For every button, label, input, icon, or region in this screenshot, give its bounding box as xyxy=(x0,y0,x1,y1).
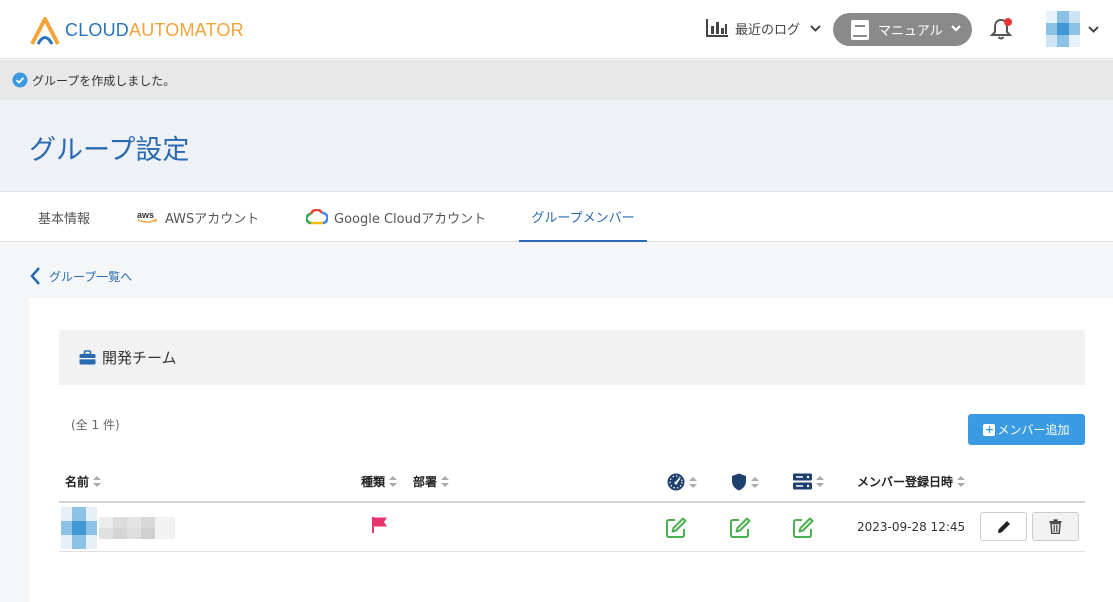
resource-permission-icon xyxy=(793,473,812,490)
sort-icon xyxy=(816,476,824,487)
flag-icon xyxy=(372,517,387,533)
column-header-name[interactable]: 名前 xyxy=(65,473,102,490)
chevron-down-icon xyxy=(1088,25,1099,33)
aws-icon: aws xyxy=(137,210,158,223)
registered-date: 2023-09-28 12:45 xyxy=(857,520,966,534)
column-header-registered[interactable]: メンバー登録日時 xyxy=(857,473,966,490)
add-member-label: メンバー追加 xyxy=(997,423,1070,437)
chevron-down-icon xyxy=(951,25,961,32)
edit-resource-permission-icon[interactable] xyxy=(793,517,814,538)
flash-text: グループを作成しました。 xyxy=(32,73,176,88)
tab-group-members[interactable]: グループメンバー xyxy=(519,192,647,242)
recent-log-label: 最近のログ xyxy=(735,22,801,38)
tab-aws-account[interactable]: aws AWSアカウント xyxy=(137,192,259,242)
column-header-security[interactable] xyxy=(731,473,759,491)
cloudautomator-logo[interactable]: CLOUDAUTOMATOR xyxy=(28,13,244,47)
tab-bar: 基本情報 aws AWSアカウント Google Cloudアカウント グループ… xyxy=(0,192,1113,242)
plus-icon: + xyxy=(983,422,996,436)
dashboard-permission-icon xyxy=(667,473,685,491)
briefcase-icon xyxy=(79,350,96,365)
sort-icon xyxy=(751,476,759,488)
tab-label: Google Cloudアカウント xyxy=(334,211,487,227)
edit-member-button[interactable] xyxy=(980,512,1027,541)
column-header-resource[interactable] xyxy=(793,473,824,490)
edit-security-permission-icon[interactable] xyxy=(730,517,751,538)
column-header-type[interactable]: 種類 xyxy=(361,473,398,490)
bar-chart-icon xyxy=(706,19,728,37)
check-circle-icon xyxy=(12,72,28,88)
tab-label: AWSアカウント xyxy=(165,211,260,227)
tab-basic-info[interactable]: 基本情報 xyxy=(38,192,90,242)
tab-label: 基本情報 xyxy=(38,211,91,227)
column-header-dashboard[interactable] xyxy=(667,473,697,491)
trash-icon xyxy=(1049,519,1062,534)
google-cloud-icon xyxy=(306,209,328,225)
page-title-band: グループ設定 xyxy=(0,100,1113,192)
sort-icon xyxy=(93,476,102,487)
edit-dashboard-permission-icon[interactable] xyxy=(666,517,687,538)
book-icon xyxy=(851,19,869,40)
table-row: 2023-09-28 12:45 xyxy=(59,505,1085,552)
sort-icon xyxy=(957,476,966,487)
recent-log-menu[interactable]: 最近のログ xyxy=(705,17,821,39)
delete-member-button[interactable] xyxy=(1032,512,1079,541)
team-name: 開発チーム xyxy=(102,349,177,367)
table-header: 名前 種類 部署 メンバー登録日時 xyxy=(59,463,1085,503)
user-menu[interactable] xyxy=(1046,11,1099,47)
sort-icon xyxy=(441,476,450,487)
page-title: グループ設定 xyxy=(29,135,190,166)
svg-text:aws: aws xyxy=(137,210,154,220)
pencil-icon xyxy=(997,520,1010,533)
flash-message: グループを作成しました。 xyxy=(0,60,1113,100)
result-count: (全 1 件) xyxy=(71,418,120,432)
add-member-button[interactable]: + メンバー追加 xyxy=(968,414,1085,445)
manual-label: マニュアル xyxy=(878,24,943,39)
tab-google-cloud-account[interactable]: Google Cloudアカウント xyxy=(306,192,486,242)
logo-mark-icon xyxy=(30,17,60,45)
redacted-name-mosaic xyxy=(61,507,175,549)
team-header: 開発チーム xyxy=(59,330,1085,385)
app-header: CLOUDAUTOMATOR 最近のログ マニュアル xyxy=(0,0,1113,59)
chevron-left-icon xyxy=(30,267,40,285)
content-panel: 開発チーム (全 1 件) + メンバー追加 名前 種類 部署 メンバー登録日時… xyxy=(29,298,1113,602)
avatar xyxy=(1046,11,1080,47)
back-link-label: グループ一覧へ xyxy=(49,269,133,284)
tab-label: グループメンバー xyxy=(531,210,635,226)
logo-text: CLOUDAUTOMATOR xyxy=(65,19,244,40)
security-permission-icon xyxy=(732,473,746,491)
notification-bell-icon[interactable] xyxy=(990,17,1012,41)
column-header-department[interactable]: 部署 xyxy=(413,473,450,490)
sort-icon xyxy=(389,476,398,487)
sort-icon xyxy=(689,476,697,488)
chevron-down-icon xyxy=(810,24,821,32)
back-to-group-list-link[interactable]: グループ一覧へ xyxy=(29,266,132,286)
manual-menu-button[interactable]: マニュアル xyxy=(833,13,972,46)
